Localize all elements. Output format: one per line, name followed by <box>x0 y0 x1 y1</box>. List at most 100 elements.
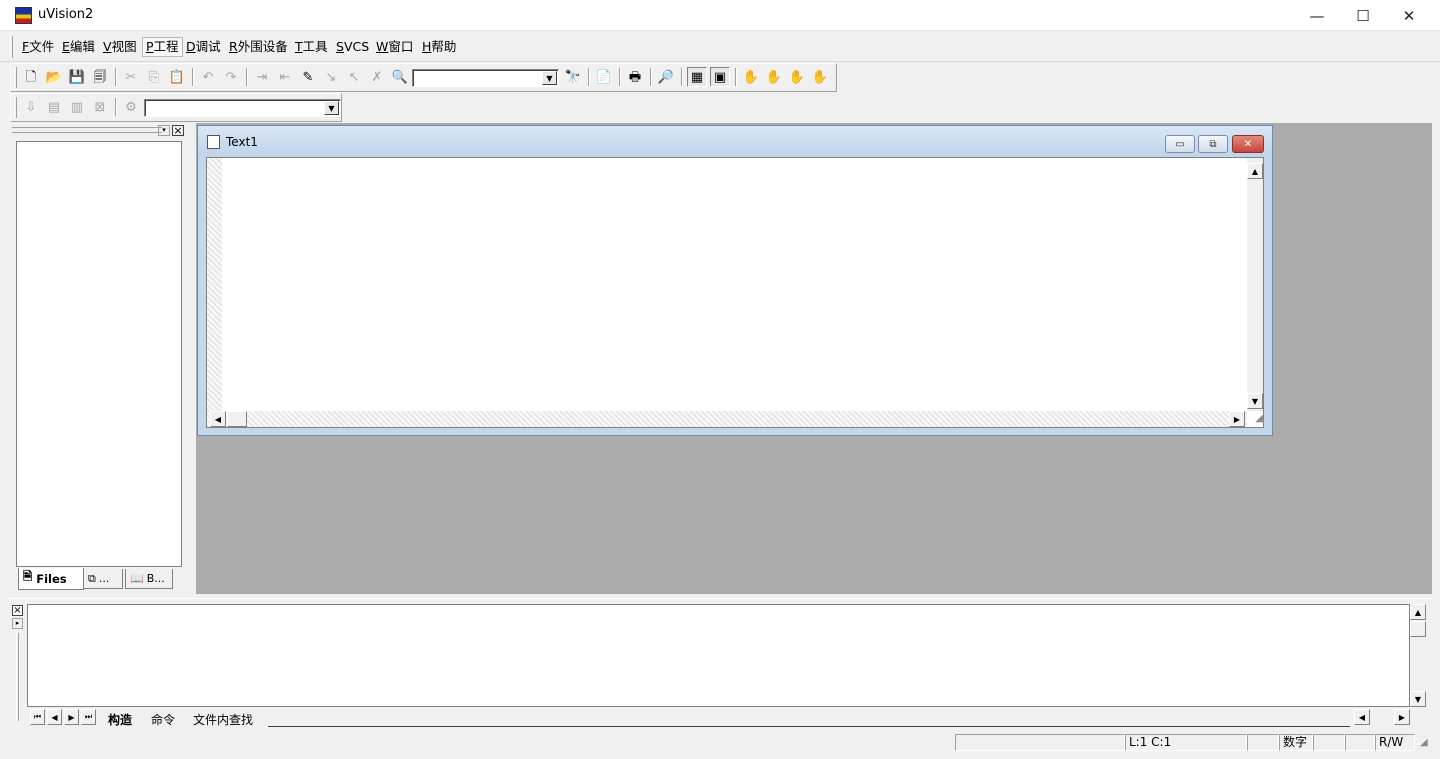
prev-bookmark-icon[interactable]: ↖ <box>344 67 364 87</box>
tab-regs[interactable]: ⧉... <box>83 569 123 589</box>
build-icon[interactable]: ▤ <box>44 97 64 117</box>
new-file-icon[interactable]: 🗋 <box>21 67 41 87</box>
menu-label: 窗口 <box>388 39 414 54</box>
output-text-area[interactable] <box>27 604 1410 707</box>
toolbar-separator <box>681 68 683 86</box>
hand2-icon[interactable]: ✋ <box>764 67 784 87</box>
tab-find-in-files[interactable]: 文件内查找 <box>193 711 253 728</box>
next-bookmark-icon[interactable]: ↘ <box>321 67 341 87</box>
workspace-icon[interactable]: ▦ <box>687 67 707 87</box>
project-tree[interactable] <box>16 141 182 567</box>
pane-dropdown-icon[interactable]: ▾ <box>158 125 170 136</box>
target-combo[interactable]: ▼ <box>144 99 341 117</box>
prev-tab-icon[interactable]: ◀ <box>47 709 62 725</box>
menu-hotkey: R <box>229 39 238 54</box>
clear-bookmark-icon[interactable]: ✗ <box>367 67 387 87</box>
find-icon[interactable]: 🔭 <box>563 67 583 87</box>
size-grip-icon[interactable]: ◢ <box>1420 737 1428 748</box>
status-numlock: 数字 <box>1279 734 1313 751</box>
menu-file[interactable]: F文件 <box>19 37 57 57</box>
menu-svcs[interactable]: SVCS <box>333 37 372 57</box>
undo-icon[interactable]: ↶ <box>198 67 218 87</box>
print-icon[interactable]: 🖶 <box>625 67 645 87</box>
editor-text-area[interactable] <box>223 158 1247 411</box>
scroll-left-icon[interactable]: ◀ <box>1354 709 1370 725</box>
tab-label: ... <box>98 572 110 585</box>
paste-special-icon[interactable]: 📄 <box>594 67 614 87</box>
scroll-thumb[interactable] <box>227 411 247 427</box>
save-all-icon[interactable]: 🗐 <box>90 67 110 87</box>
pane-grip[interactable] <box>12 127 162 133</box>
minimize-button[interactable]: — <box>1294 0 1340 31</box>
next-tab-icon[interactable]: ▶ <box>64 709 79 725</box>
menu-peripherals[interactable]: R外围设备 <box>226 37 291 57</box>
output-vertical-scrollbar[interactable]: ▲ ▼ <box>1410 604 1427 707</box>
options-icon[interactable]: ⚙ <box>121 97 141 117</box>
hand4-icon[interactable]: ✋ <box>810 67 830 87</box>
menu-edit[interactable]: E编辑 <box>59 37 98 57</box>
stop-build-icon[interactable]: ⊠ <box>90 97 110 117</box>
editor-close-button[interactable]: ✕ <box>1232 135 1264 153</box>
paste-icon[interactable]: 📋 <box>167 67 187 87</box>
first-tab-icon[interactable]: ⏮ <box>30 709 45 725</box>
menu-tools[interactable]: T工具 <box>292 37 331 57</box>
zoom-icon[interactable]: 🔎 <box>656 67 676 87</box>
horizontal-scrollbar[interactable]: ◀ ▶ <box>207 411 1247 427</box>
indent-icon[interactable]: ⇥ <box>252 67 272 87</box>
output-grip[interactable] <box>16 633 19 721</box>
scroll-up-icon[interactable]: ▲ <box>1410 604 1426 620</box>
menu-window[interactable]: W窗口 <box>373 37 416 57</box>
menu-project[interactable]: P工程 <box>142 37 183 57</box>
tab-command[interactable]: 命令 <box>151 711 175 728</box>
last-tab-icon[interactable]: ⏭ <box>81 709 96 725</box>
pane-close-button[interactable]: × <box>172 125 184 136</box>
status-panel-blank <box>1247 734 1279 751</box>
scroll-down-icon[interactable]: ▼ <box>1247 393 1263 409</box>
output-dock-icon[interactable]: ▸ <box>12 618 23 629</box>
rebuild-icon[interactable]: ▥ <box>67 97 87 117</box>
scroll-up-icon[interactable]: ▲ <box>1247 163 1263 179</box>
tab-files[interactable]: 🗎 Files <box>18 568 84 590</box>
redo-icon[interactable]: ↷ <box>221 67 241 87</box>
editor-titlebar[interactable]: Text1 ▭ ⧉ ✕ <box>198 126 1272 156</box>
toolbar-grip[interactable] <box>14 97 17 118</box>
tab-books[interactable]: 📖 B... <box>125 569 173 589</box>
editor-minimize-button[interactable]: ▭ <box>1165 135 1195 153</box>
output-window-icon[interactable]: ▣ <box>710 67 730 87</box>
translate-icon[interactable]: ⇩ <box>21 97 41 117</box>
editor-restore-button[interactable]: ⧉ <box>1198 135 1228 153</box>
toolbar-grip[interactable] <box>14 67 17 88</box>
output-close-button[interactable]: × <box>12 605 23 616</box>
close-button[interactable]: ✕ <box>1386 0 1432 31</box>
menu-help[interactable]: H帮助 <box>419 37 459 57</box>
find-in-files-icon[interactable]: 🔍 <box>390 67 410 87</box>
scroll-left-icon[interactable]: ◀ <box>210 411 226 427</box>
hand3-icon[interactable]: ✋ <box>787 67 807 87</box>
status-bar: L:1 C:1 数字 R/W ◢ <box>0 731 1440 751</box>
size-grip-icon[interactable]: ◢ <box>1249 413 1263 427</box>
tab-build[interactable]: 构造 <box>108 711 132 728</box>
save-icon[interactable]: 💾 <box>67 67 87 87</box>
hand-icon[interactable]: ✋ <box>741 67 761 87</box>
chevron-down-icon[interactable]: ▼ <box>542 71 557 85</box>
menu-debug[interactable]: D调试 <box>183 37 224 57</box>
chevron-down-icon[interactable]: ▼ <box>324 101 339 115</box>
toolbar-separator <box>115 98 117 116</box>
maximize-button[interactable]: ☐ <box>1340 0 1386 31</box>
scroll-thumb[interactable] <box>1410 621 1426 637</box>
menu-grip[interactable] <box>10 36 13 58</box>
scroll-right-icon[interactable]: ▶ <box>1229 411 1245 427</box>
copy-icon[interactable]: ⎘ <box>144 67 164 87</box>
unindent-icon[interactable]: ⇤ <box>275 67 295 87</box>
menu-hotkey: T <box>295 39 303 54</box>
vertical-scrollbar[interactable]: ▲ ▼ <box>1247 158 1263 411</box>
scroll-right-icon[interactable]: ▶ <box>1394 709 1410 725</box>
editor-gutter <box>207 158 222 411</box>
menu-view[interactable]: V视图 <box>100 37 140 57</box>
bookmark-icon[interactable]: ✎ <box>298 67 318 87</box>
open-file-icon[interactable]: 📂 <box>44 67 64 87</box>
output-horizontal-scrollbar[interactable]: ◀ ▶ <box>1354 709 1412 725</box>
find-combo[interactable]: ▼ <box>412 69 559 87</box>
scroll-down-icon[interactable]: ▼ <box>1410 691 1426 707</box>
cut-icon[interactable]: ✂ <box>121 67 141 87</box>
